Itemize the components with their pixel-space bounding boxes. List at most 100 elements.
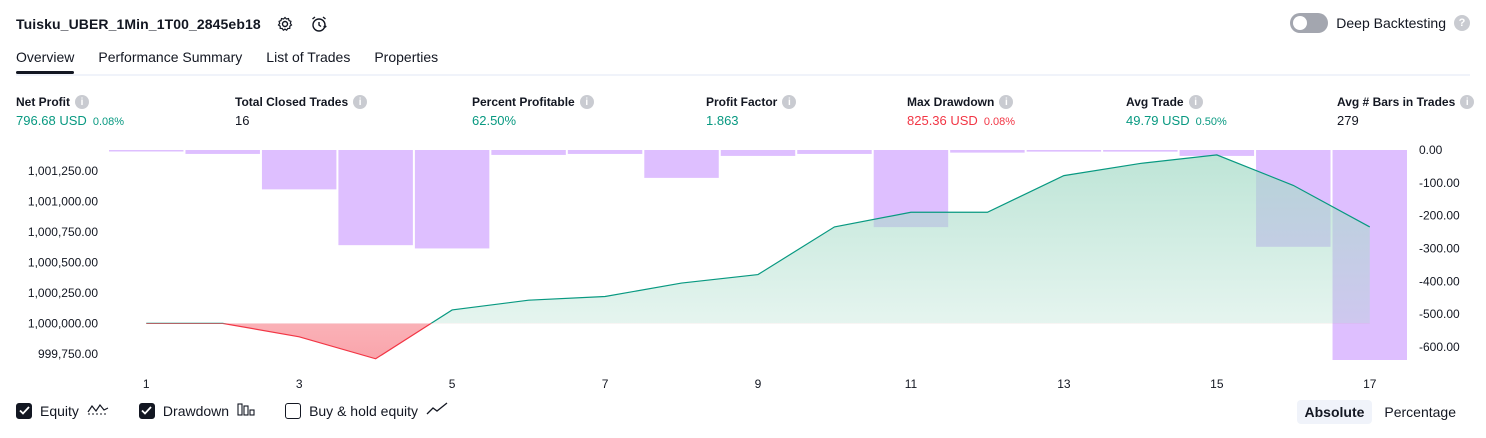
- tab-performance-summary[interactable]: Performance Summary: [98, 46, 242, 72]
- metric-value-text: 796.68 USD: [16, 113, 87, 128]
- metric-value: 796.68 USD 0.08%: [16, 113, 124, 128]
- equity-drawdown-chart: 999,750.00 1,000,000.00 1,000,250.00 1,000,…: [28, 143, 1460, 391]
- left-axis-tick-label: 1,000,000.00: [28, 316, 98, 330]
- right-axis-tick-label: -100.00: [1419, 176, 1460, 190]
- metric-net-profit: Net Profit i 796.68 USD 0.08%: [16, 94, 124, 128]
- left-axis-tick-label: 1,000,750.00: [28, 225, 98, 239]
- drawdown-bar: [797, 150, 872, 154]
- metric-value: 49.79 USD 0.50%: [1126, 113, 1227, 128]
- metric-max-drawdown: Max Drawdown i 825.36 USD 0.08%: [907, 94, 1015, 128]
- x-axis-tick-label: 5: [449, 377, 456, 391]
- metric-value-text: 49.79 USD: [1126, 113, 1190, 128]
- info-icon[interactable]: i: [75, 95, 89, 109]
- metric-label-text: Total Closed Trades: [235, 95, 349, 109]
- deep-backtesting-toggle[interactable]: [1290, 13, 1329, 33]
- drawdown-bar: [414, 150, 490, 249]
- metric-label-text: Percent Profitable: [472, 95, 575, 109]
- x-axis-tick-label: 17: [1363, 377, 1377, 391]
- metric-percent: 0.08%: [92, 116, 125, 128]
- metric-total-closed-trades: Total Closed Trades i 16: [235, 94, 368, 128]
- metric-value-text: 16: [235, 113, 250, 128]
- drawdown-bar: [338, 150, 413, 246]
- metric-label: Max Drawdown i: [907, 94, 1015, 110]
- chart-legend: Equity Drawdown Buy & hold equity: [16, 402, 448, 419]
- equity-wave-icon: [87, 402, 109, 419]
- drawdown-bar: [720, 150, 796, 156]
- metric-label-text: Net Profit: [16, 95, 70, 109]
- x-axis-tick-label: 11: [905, 377, 918, 391]
- right-axis-tick-label: -600.00: [1419, 340, 1460, 354]
- left-axis-tick-label: 1,000,500.00: [28, 255, 98, 269]
- metric-percent-profitable: Percent Profitable i 62.50%: [472, 94, 594, 128]
- legend-equity[interactable]: Equity: [16, 402, 109, 419]
- info-icon[interactable]: i: [999, 95, 1014, 109]
- deep-backtesting-label: Deep Backtesting: [1336, 15, 1446, 31]
- metric-label: Net Profit i: [16, 94, 124, 110]
- x-axis-tick-label: 1: [143, 377, 150, 391]
- deep-backtesting-control: Deep Backtesting ?: [1290, 13, 1470, 33]
- metric-percent: 0.50%: [1195, 116, 1227, 128]
- metric-avg-bars-in-trades: Avg # Bars in Trades i 279: [1337, 94, 1475, 128]
- legend-equity-label: Equity: [40, 402, 79, 419]
- metric-value: 1.863: [706, 113, 796, 128]
- info-icon[interactable]: i: [1188, 95, 1203, 109]
- drawdown-bar: [1103, 150, 1178, 152]
- settings-gear-icon[interactable]: [275, 14, 295, 34]
- x-axis-tick-label: 3: [296, 377, 303, 391]
- info-icon[interactable]: i: [353, 95, 368, 109]
- legend-drawdown-label: Drawdown: [162, 402, 230, 419]
- metric-label: Total Closed Trades i: [235, 94, 368, 110]
- metric-label-text: Max Drawdown: [907, 95, 995, 109]
- tab-overview[interactable]: Overview: [16, 46, 75, 74]
- alarm-clock-icon[interactable]: [309, 14, 329, 34]
- drawdown-bar: [950, 150, 1025, 153]
- metric-value-text: 62.50%: [472, 113, 517, 128]
- equity-checkbox[interactable]: [16, 402, 32, 419]
- metric-label-text: Profit Factor: [706, 95, 778, 109]
- metric-profit-factor: Profit Factor i 1.863: [706, 94, 797, 128]
- metric-label: Avg Trade i: [1126, 94, 1227, 110]
- tab-list-of-trades[interactable]: List of Trades: [266, 46, 350, 72]
- info-icon[interactable]: i: [1460, 95, 1475, 109]
- x-axis-tick-label: 9: [755, 377, 762, 391]
- metric-value: 279: [1337, 113, 1474, 128]
- tab-properties[interactable]: Properties: [374, 46, 438, 72]
- metric-label: Profit Factor i: [706, 94, 797, 110]
- right-axis-tick-label: -500.00: [1419, 307, 1460, 321]
- drawdown-bar: [109, 150, 184, 152]
- mode-percentage-button[interactable]: Percentage: [1376, 400, 1464, 424]
- help-question-icon[interactable]: ?: [1454, 15, 1470, 31]
- legend-buy-hold[interactable]: Buy & hold equity: [285, 402, 448, 419]
- drawdown-bar: [567, 150, 643, 154]
- x-axis-tick-label: 7: [602, 377, 609, 391]
- left-axis-tick-label: 1,001,000.00: [28, 194, 98, 208]
- right-axis-tick-label: -400.00: [1419, 274, 1460, 288]
- drawdown-bar: [261, 150, 337, 190]
- x-axis-tick-label: 15: [1210, 377, 1224, 391]
- right-axis-tick-label: 0.00: [1419, 143, 1443, 157]
- left-axis-tick-label: 1,000,250.00: [28, 286, 98, 300]
- left-axis-tick-label: 999,750.00: [38, 347, 98, 361]
- metric-avg-trade: Avg Trade i 49.79 USD 0.50%: [1126, 94, 1227, 128]
- metric-label-text: Avg Trade: [1126, 95, 1184, 109]
- toggle-knob: [1293, 16, 1308, 30]
- buy-hold-line-icon: [426, 402, 448, 419]
- metric-value-text: 279: [1337, 113, 1359, 128]
- right-axis-tick-label: -300.00: [1419, 241, 1460, 255]
- metric-value: 16: [235, 113, 367, 128]
- info-icon[interactable]: i: [579, 95, 594, 109]
- metric-label: Avg # Bars in Trades i: [1337, 94, 1475, 110]
- mode-absolute-button[interactable]: Absolute: [1296, 400, 1373, 424]
- drawdown-checkbox[interactable]: [138, 402, 155, 419]
- metric-percent: 0.08%: [983, 116, 1016, 128]
- tab-bar: Overview Performance Summary List of Tra…: [16, 46, 1470, 76]
- info-icon[interactable]: i: [782, 95, 797, 109]
- left-axis-tick-label: 1,001,250.00: [28, 164, 98, 178]
- metric-value-text: 1.863: [706, 113, 739, 128]
- drawdown-bar: [1026, 150, 1102, 152]
- buy-hold-checkbox[interactable]: [285, 402, 302, 419]
- x-axis-tick-label: 13: [1057, 377, 1071, 391]
- drawdown-bars-icon: [237, 402, 255, 419]
- legend-drawdown[interactable]: Drawdown: [138, 402, 255, 419]
- drawdown-bar: [644, 150, 719, 178]
